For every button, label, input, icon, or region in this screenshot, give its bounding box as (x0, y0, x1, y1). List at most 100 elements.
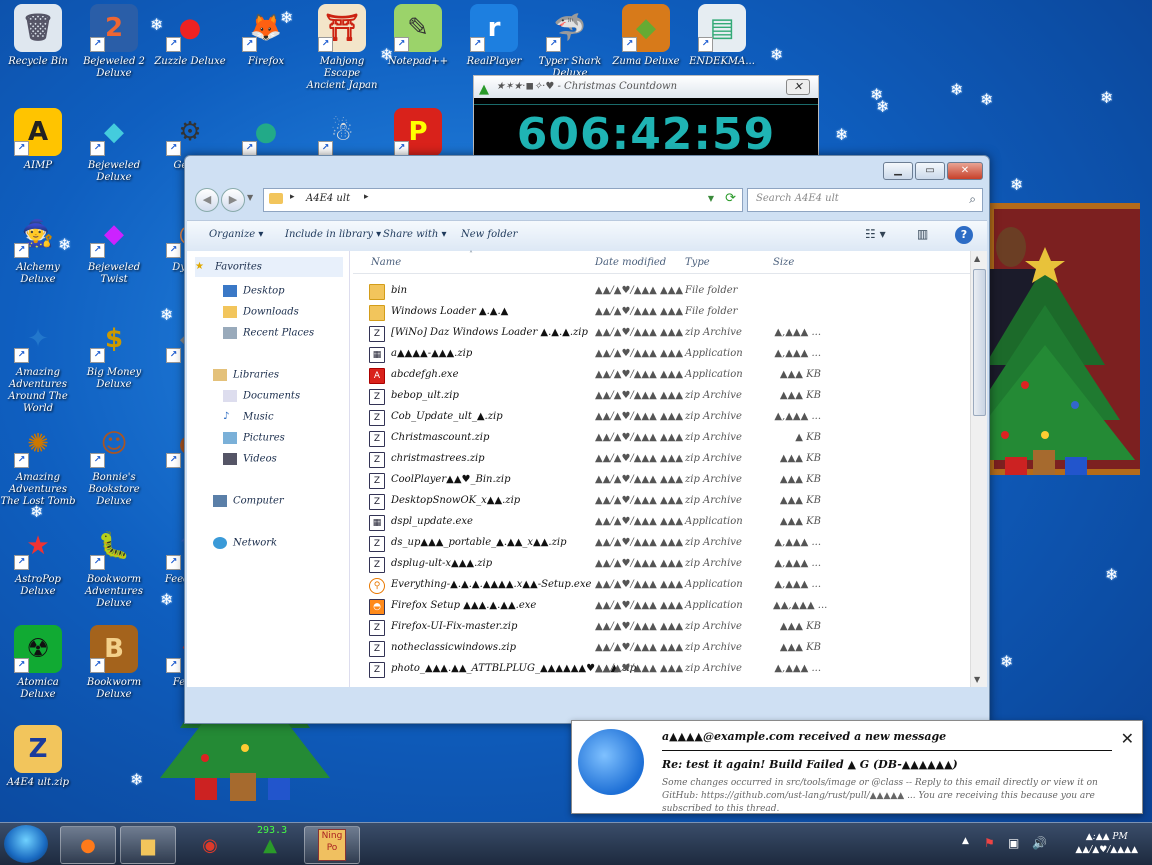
nav-computer[interactable]: Computer (213, 495, 284, 507)
table-row[interactable]: Zbebop_ult.zip ▲▲/▲♥/▲▲▲ ▲▲▲ zip Archive ▲▲… (353, 386, 971, 407)
desktop-icon-p-game[interactable]: P ↗ (380, 108, 456, 160)
desktop-icon-alchemy[interactable]: 🧙 ↗ Alchemy Deluxe (0, 210, 76, 286)
scrollbar[interactable]: ▲ ▼ (970, 251, 987, 687)
help-icon[interactable]: ? (955, 226, 973, 244)
taskbar-ningpo[interactable]: Ning Po (304, 826, 360, 864)
table-row[interactable]: Zphoto_▲▲▲.▲▲_ATTBLPLUG_▲▲▲▲▲▲♥▲▲▲.zip ▲▲… (353, 659, 971, 680)
desktop-icon-yeti[interactable]: ☃ ↗ (304, 108, 380, 160)
table-row[interactable]: Znotheclassicwindows.zip ▲▲/▲♥/▲▲▲ ▲▲▲ zip… (353, 638, 971, 659)
table-row[interactable]: Zdsplug-ult-x▲▲▲.zip ▲▲/▲♥/▲▲▲ ▲▲▲ zip Arc… (353, 554, 971, 575)
scroll-thumb[interactable] (973, 269, 986, 416)
desktop-icon-endekma[interactable]: ▤ ↗ ENDEKMA... (684, 4, 760, 68)
scroll-up-icon[interactable]: ▲ (974, 254, 980, 263)
table-row[interactable]: ▦ a▲▲▲▲-▲▲▲.zip ▲▲/▲♥/▲▲▲ ▲▲▲ Application ▲,… (353, 344, 971, 365)
explorer-window[interactable]: ▁ ▭ ✕ ◀ ▶ ▼ ▸ A4E4 ult ▸ ▼ ⟳ Search A4E4… (184, 155, 990, 724)
table-row[interactable]: Z CoolPlayer▲▲♥_Bin.zip ▲▲/▲♥/▲▲▲ ▲▲▲ zip A… (353, 470, 971, 491)
breadcrumb[interactable]: A4E4 ult (306, 193, 350, 204)
nav-music[interactable]: ♪ Music (223, 411, 274, 423)
header-size[interactable]: Size (773, 257, 794, 268)
table-row[interactable]: bin ▲▲/▲♥/▲▲▲ ▲▲▲ File folder (353, 281, 971, 302)
mail-notification[interactable]: a▲▲▲▲@example.com received a new message… (571, 720, 1143, 814)
desktop-icon-big-money[interactable]: $ ↗ Big Money Deluxe (76, 315, 152, 391)
start-button[interactable] (4, 825, 48, 863)
nav-recent-places[interactable]: Recent Places (223, 327, 314, 339)
desktop-icon-recycle-bin[interactable]: 🗑 Recycle Bin (0, 4, 76, 68)
table-row[interactable]: Z DesktopSnowOK_x▲▲.zip ▲▲/▲♥/▲▲▲ ▲▲▲ zip A… (353, 491, 971, 512)
preview-pane-icon[interactable]: ▥ (917, 227, 928, 241)
table-row[interactable]: Z Christmascount.zip ▲▲/▲♥/▲▲▲ ▲▲▲ zip Arch… (353, 428, 971, 449)
refresh-icon[interactable]: ⟳ (725, 191, 736, 206)
desktop-icon-aimp[interactable]: A ↗ AIMP (0, 108, 76, 172)
table-row[interactable]: Windows Loader ▲.▲.▲ ▲▲/▲♥/▲▲▲ ▲▲▲ File fo… (353, 302, 971, 323)
desktop-icon-bookworm[interactable]: B ↗ Bookworm Deluxe (76, 625, 152, 701)
volume-icon[interactable]: 🔊 (1032, 836, 1047, 850)
desktop-icon-realplayer[interactable]: r ↗ RealPlayer (456, 4, 532, 68)
desktop-icon-astropop[interactable]: ★ ↗ AstroPop Deluxe (0, 522, 76, 598)
header-name[interactable]: Name (371, 257, 401, 268)
network-icon[interactable]: ▣ (1008, 836, 1019, 850)
maximize-button[interactable]: ▭ (915, 162, 945, 180)
nav-documents[interactable]: Documents (223, 390, 300, 402)
close-button[interactable]: ✕ (947, 162, 983, 180)
show-hidden-icons[interactable]: ▲ (962, 836, 969, 846)
nav-downloads[interactable]: Downloads (223, 306, 299, 318)
scroll-down-icon[interactable]: ▼ (974, 675, 980, 684)
desktop-icon-zip-file[interactable]: Z A4E4 ult.zip (0, 725, 76, 789)
desktop-icon-bejeweled[interactable]: ◆ ↗ Bejeweled Deluxe (76, 108, 152, 184)
nav-favorites[interactable]: ★ Favorites (195, 257, 343, 277)
table-row[interactable]: ⚲ Everything-▲.▲.▲.▲▲▲▲.x▲▲-Setup.exe ▲▲/▲… (353, 575, 971, 596)
nav-desktop[interactable]: Desktop (223, 285, 285, 297)
desktop-icon-typer-shark[interactable]: 🦈 ↗ Typer Shark Deluxe (532, 4, 608, 80)
desktop-icon-aalt[interactable]: ✺ ↗ Amazing Adventures The Lost Tomb (0, 420, 76, 508)
header-type[interactable]: Type (685, 257, 710, 268)
search-box[interactable]: Search A4E4 ult ⌕ (747, 188, 983, 212)
desktop-icon-bejeweled-twist[interactable]: ◆ ↗ Bejeweled Twist (76, 210, 152, 286)
countdown-window[interactable]: ▲ ★✶★·◼✧·♥ - Christmas Countdown ✕ 606:4… (473, 75, 819, 167)
include-in-library-button[interactable]: Include in library ▾ (285, 229, 381, 240)
recent-pages-dropdown[interactable]: ▼ (247, 193, 253, 202)
search-input[interactable]: Search A4E4 ult (756, 193, 839, 204)
organize-button[interactable]: Organize ▾ (209, 229, 263, 240)
breadcrumb-arrow-icon[interactable]: ▸ (290, 192, 295, 202)
clock[interactable]: ▲:▲▲ PM ▲▲/▲♥/▲▲▲▲ (1075, 831, 1138, 857)
header-date-modified[interactable]: Date modified (595, 257, 666, 268)
desktop-icon-zuma[interactable]: ◆ ↗ Zuma Deluxe (608, 4, 684, 68)
countdown-titlebar[interactable]: ▲ ★✶★·◼✧·♥ - Christmas Countdown ✕ (474, 76, 818, 98)
nav-libraries[interactable]: Libraries (213, 369, 279, 381)
desktop-icon-bookworm-adv[interactable]: 🐛 ↗ Bookworm Adventures Deluxe (76, 522, 152, 610)
table-row[interactable]: Zchristmastrees.zip ▲▲/▲♥/▲▲▲ ▲▲▲ zip Arch… (353, 449, 971, 470)
nav-pictures[interactable]: Pictures (223, 432, 285, 444)
close-button[interactable]: ✕ (786, 79, 810, 95)
table-row[interactable]: Aabcdefgh.exe ▲▲/▲♥/▲▲▲ ▲▲▲ Application ▲▲▲… (353, 365, 971, 386)
desktop-icon-bonnies[interactable]: ☺ ↗ Bonnie's Bookstore Deluxe (76, 420, 152, 508)
search-icon[interactable]: ⌕ (969, 192, 976, 207)
nav-videos[interactable]: Videos (223, 453, 277, 465)
new-folder-button[interactable]: New folder (461, 229, 517, 240)
back-button[interactable]: ◀ (195, 188, 219, 212)
table-row[interactable]: Z [WiNo] Daz Windows Loader ▲.▲.▲.zip ▲▲/▲… (353, 323, 971, 344)
taskbar-explorer[interactable]: ▆ (120, 826, 176, 864)
close-icon[interactable]: ✕ (1121, 729, 1134, 748)
nav-network[interactable]: Network (213, 537, 277, 549)
taskbar-chrome[interactable]: ◉ (182, 826, 238, 864)
share-with-button[interactable]: Share with ▾ (383, 229, 447, 240)
table-row[interactable]: Z Cob_Update_ult_▲.zip ▲▲/▲♥/▲▲▲ ▲▲▲ zip Ar… (353, 407, 971, 428)
desktop-icon-bejeweled2[interactable]: 2 ↗ Bejeweled 2 Deluxe (76, 4, 152, 80)
taskbar-countdown[interactable]: ▲ 293.3 (242, 825, 298, 864)
desktop-icon-notepad[interactable]: ✎ ↗ Notepad++ (380, 4, 456, 68)
taskbar-firefox[interactable]: ● (60, 826, 116, 864)
forward-button[interactable]: ▶ (221, 188, 245, 212)
table-row[interactable]: ◓ Firefox Setup ▲▲▲.▲.▲▲.exe ▲▲/▲♥/▲▲▲ ▲▲▲… (353, 596, 971, 617)
address-bar[interactable]: ▸ A4E4 ult ▸ ▼ ⟳ (263, 188, 743, 212)
minimize-button[interactable]: ▁ (883, 162, 913, 180)
table-row[interactable]: ▦ dspl_update.exe ▲▲/▲♥/▲▲▲ ▲▲▲ Application… (353, 512, 971, 533)
desktop-icon-zuzzle[interactable]: ● ↗ Zuzzle Deluxe (152, 4, 228, 68)
table-row[interactable]: Z Firefox-UI-Fix-master.zip ▲▲/▲♥/▲▲▲ ▲▲▲ z… (353, 617, 971, 638)
desktop-icon-chrome[interactable]: ● ↗ (228, 108, 304, 160)
desktop-icon-mahjong[interactable]: ⛩ ↗ Mahjong Escape Ancient Japan (304, 4, 380, 92)
address-dropdown-icon[interactable]: ▼ (708, 194, 714, 203)
breadcrumb-arrow-icon[interactable]: ▸ (364, 192, 369, 202)
view-options-icon[interactable]: ☷ ▾ (865, 227, 886, 241)
desktop-icon-aaaw[interactable]: ✦ ↗ Amazing Adventures Around The World (0, 315, 76, 415)
desktop-icon-atomica[interactable]: ☢ ↗ Atomica Deluxe (0, 625, 76, 701)
